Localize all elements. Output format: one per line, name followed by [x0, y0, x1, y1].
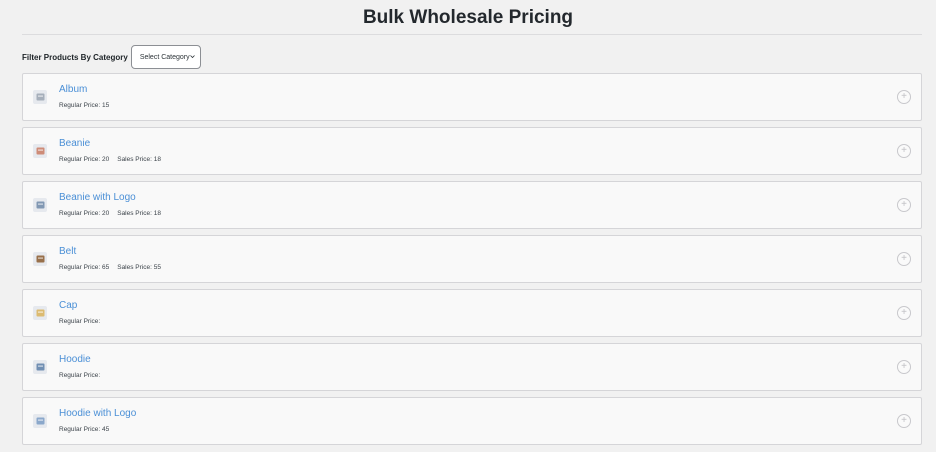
regular-price: Regular Price: 15 [59, 102, 110, 109]
product-row[interactable]: Belt Regular Price: 65 Sales Price: 55 + [22, 235, 922, 283]
filter-label: Filter Products By Category [22, 52, 128, 62]
product-thumbnail [33, 360, 47, 374]
product-thumbnail [33, 414, 47, 428]
expand-plus-icon[interactable]: + [897, 360, 911, 374]
product-prices: Regular Price: 15 [59, 102, 109, 110]
sale-price: Sales Price: 18 [117, 210, 161, 217]
sale-price: Sales Price: 55 [117, 264, 161, 271]
album-thumbnail-icon [36, 93, 44, 101]
expand-plus-icon[interactable]: + [897, 198, 911, 212]
product-row[interactable]: Hoodie with Logo Regular Price: 45 + [22, 397, 922, 445]
product-row[interactable]: Hoodie Regular Price: + [22, 343, 922, 391]
product-thumbnail [33, 144, 47, 158]
product-info: Belt Regular Price: 65 Sales Price: 55 [59, 246, 161, 272]
product-row[interactable]: Album Regular Price: 15 + [22, 73, 922, 121]
product-prices: Regular Price: 65 Sales Price: 55 [59, 264, 161, 272]
belt-thumbnail-icon [36, 255, 44, 263]
regular-price: Regular Price: 20 [59, 156, 110, 163]
beanie-thumbnail-icon [36, 147, 44, 155]
product-thumbnail [33, 252, 47, 266]
hoodie-logo-thumbnail-icon [36, 417, 44, 425]
hoodie-thumbnail-icon [36, 363, 44, 371]
product-info: Beanie with Logo Regular Price: 20 Sales P… [59, 192, 161, 218]
cap-thumbnail-icon [36, 309, 44, 317]
product-info: Cap Regular Price: [59, 300, 100, 326]
regular-price: Regular Price: [59, 372, 101, 379]
product-prices: Regular Price: 20 Sales Price: 18 [59, 210, 161, 218]
product-info: Album Regular Price: 15 [59, 84, 109, 110]
product-info: Beanie Regular Price: 20 Sales Price: 18 [59, 138, 161, 164]
product-prices: Regular Price: 20 Sales Price: 18 [59, 156, 161, 164]
product-row[interactable]: Beanie with Logo Regular Price: 20 Sales P… [22, 181, 922, 229]
product-name-link[interactable]: Album [59, 84, 109, 96]
regular-price: Regular Price: 20 [59, 210, 110, 217]
sale-price: Sales Price: 18 [117, 156, 161, 163]
product-list: Album Regular Price: 15 + Beanie Regular Pri… [22, 73, 922, 445]
product-name-link[interactable]: Beanie [59, 138, 161, 150]
product-name-link[interactable]: Hoodie with Logo [59, 408, 136, 420]
product-info: Hoodie Regular Price: [59, 354, 100, 380]
regular-price: Regular Price: 45 [59, 426, 110, 433]
category-filter: Filter Products By Category Select Categ… [22, 43, 922, 71]
product-row[interactable]: Cap Regular Price: + [22, 289, 922, 337]
page-title: Bulk Wholesale Pricing [362, 7, 574, 28]
category-select[interactable]: Select Category [130, 45, 201, 69]
category-select-value: Select Category [139, 53, 190, 61]
product-name-link[interactable]: Belt [59, 246, 161, 258]
expand-plus-icon[interactable]: + [897, 306, 911, 320]
product-prices: Regular Price: [59, 318, 100, 326]
expand-plus-icon[interactable]: + [897, 414, 911, 428]
regular-price: Regular Price: [59, 318, 101, 325]
product-info: Hoodie with Logo Regular Price: 45 [59, 408, 136, 434]
product-name-link[interactable]: Beanie with Logo [59, 192, 161, 204]
expand-plus-icon[interactable]: + [897, 90, 911, 104]
product-thumbnail [33, 198, 47, 212]
product-prices: Regular Price: [59, 372, 100, 380]
expand-plus-icon[interactable]: + [897, 252, 911, 266]
regular-price: Regular Price: 65 [59, 264, 110, 271]
beanie-logo-thumbnail-icon [36, 201, 44, 209]
product-thumbnail [33, 90, 47, 104]
product-row[interactable]: Beanie Regular Price: 20 Sales Price: 18 + [22, 127, 922, 175]
title-divider [22, 34, 922, 35]
product-name-link[interactable]: Cap [59, 300, 100, 312]
product-thumbnail [33, 306, 47, 320]
wholesale-pricing-page: Bulk Wholesale Pricing Filter Products B… [0, 0, 936, 452]
product-name-link[interactable]: Hoodie [59, 354, 100, 366]
chevron-down-icon [190, 55, 195, 59]
product-prices: Regular Price: 45 [59, 426, 136, 434]
expand-plus-icon[interactable]: + [897, 144, 911, 158]
